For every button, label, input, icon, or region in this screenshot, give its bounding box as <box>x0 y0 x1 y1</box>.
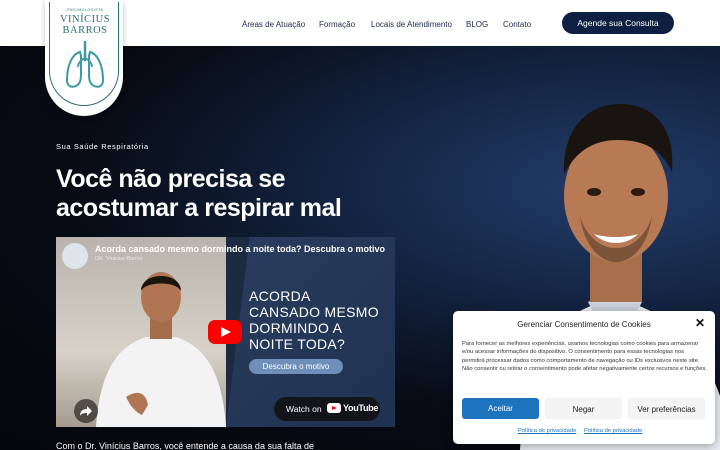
video-overlay-line2: CANSADO MESMO <box>249 304 379 320</box>
share-arrow-icon <box>80 406 92 416</box>
deny-button[interactable]: Negar <box>545 398 622 419</box>
nav-contato[interactable]: Contato <box>503 20 531 29</box>
lungs-icon <box>65 40 105 88</box>
logo-name-line2: BARROS <box>62 25 108 36</box>
hero-body-text: Com o Dr. Vinícius Barros, você entende … <box>56 441 314 450</box>
video-title[interactable]: Acorda cansado mesmo dormindo a noite to… <box>95 244 395 254</box>
hero-title-line1: Você não precisa se <box>56 165 286 193</box>
nav-locais-de-atendimento[interactable]: Locais de Atendimento <box>371 20 452 29</box>
close-icon[interactable]: ✕ <box>694 317 706 329</box>
consent-body: Para fornecer as melhores experiências, … <box>462 341 707 372</box>
share-icon[interactable] <box>74 399 98 423</box>
video-overlay-line3: DORMINDO A <box>249 320 343 336</box>
youtube-logo-icon <box>327 403 341 413</box>
logo-name-line1: VINÍCIUS <box>59 14 111 25</box>
nav-blog[interactable]: BLOG <box>466 20 488 29</box>
youtube-video-embed[interactable]: Acorda cansado mesmo dormindo a noite to… <box>56 237 395 427</box>
site-logo[interactable]: PNEUMOLOGISTA VINÍCIUS BARROS <box>45 0 123 116</box>
consent-title: Gerenciar Consentimento de Cookies <box>517 320 651 329</box>
video-overlay-line1: ACORDA <box>249 288 311 304</box>
video-overlay-line4: NOITE TODA? <box>249 336 346 352</box>
video-overlay-pill: Descubra o motivo <box>249 359 343 374</box>
view-preferences-button[interactable]: Ver preferências <box>628 398 705 419</box>
privacy-policy-link-2[interactable]: Política de privacidade <box>584 428 642 434</box>
hero-eyebrow: Sua Saúde Respiratória <box>56 142 149 151</box>
logo-subtitle: PNEUMOLOGISTA <box>66 8 104 12</box>
video-doctor-figure <box>96 272 226 427</box>
schedule-appointment-button[interactable]: Agende sua Consulta <box>562 12 674 34</box>
accept-button[interactable]: Aceitar <box>462 398 539 419</box>
video-channel-name: DR. Vinicius Barros <box>95 256 143 262</box>
youtube-wordmark: YouTube <box>343 403 379 413</box>
hero-title-line2: acostumar a respirar mal <box>56 194 342 222</box>
watch-on-label: Watch on <box>286 404 322 414</box>
logo-frame: PNEUMOLOGISTA VINÍCIUS BARROS <box>49 2 119 106</box>
nav-formacao[interactable]: Formação <box>319 20 355 29</box>
nav-areas-de-atuacao[interactable]: Áreas de Atuação <box>242 20 305 29</box>
channel-avatar[interactable] <box>62 243 88 269</box>
watch-on-youtube-button[interactable]: Watch on YouTube <box>274 397 380 421</box>
play-icon[interactable] <box>208 320 242 344</box>
cookie-consent-dialog: Gerenciar Consentimento de Cookies ✕ Par… <box>453 311 715 444</box>
privacy-policy-link[interactable]: Política de privacidade <box>518 428 576 434</box>
